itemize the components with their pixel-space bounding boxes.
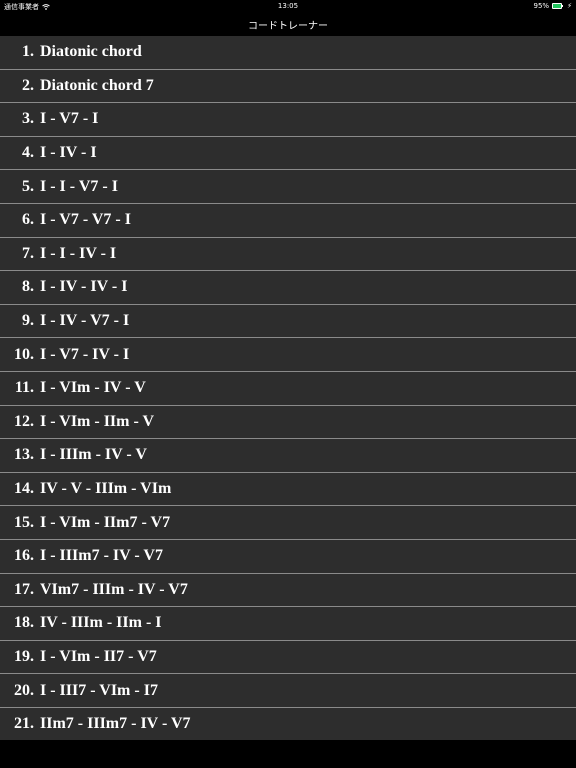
list-item-number: 2.: [22, 76, 34, 94]
list-item[interactable]: 11. I - VIm - IV - V: [0, 371, 576, 406]
battery-icon: [552, 3, 564, 9]
list-item[interactable]: 8. I - IV - IV - I: [0, 271, 576, 305]
list-item[interactable]: 18. IV - IIIm - IIm - I: [0, 607, 576, 641]
list-item[interactable]: 12. I - VIm - IIm - V: [0, 405, 576, 440]
list-item-number: 6.: [22, 211, 34, 229]
list-item-number: 17.: [14, 580, 34, 598]
list-item-number: 10.: [14, 345, 34, 363]
list-item[interactable]: 4. I - IV - I: [0, 136, 576, 171]
status-battery: 95% ⚡: [534, 2, 572, 10]
list-item-number: 1.: [22, 43, 34, 61]
list-item-number: 9.: [22, 312, 34, 330]
list-item-number: 20.: [14, 681, 34, 699]
page-title: コードトレーナー: [248, 20, 328, 32]
list-item-number: 14.: [14, 480, 34, 498]
list-item-number: 3.: [22, 110, 34, 128]
list-item-label: I - VIm - IV - V: [40, 379, 146, 397]
list-item-number: 8.: [22, 278, 34, 296]
list-item-number: 21.: [14, 715, 34, 733]
list-item[interactable]: 19. I - VIm - II7 - V7: [0, 640, 576, 675]
list-item-label: IV - V - IIIm - VIm: [40, 480, 172, 498]
battery-percent: 95%: [533, 2, 550, 10]
list-item-label: Diatonic chord 7: [40, 76, 154, 94]
list-item-label: I - VIm - IIm - V: [40, 412, 155, 430]
list-item[interactable]: 21. IIm7 - IIIm7 - IV - V7: [0, 707, 576, 740]
status-time: 13:05: [277, 2, 299, 10]
list-item[interactable]: 7. I - I - IV - I: [0, 237, 576, 272]
list-item[interactable]: 10. I - V7 - IV - I: [0, 338, 576, 372]
list-item-number: 13.: [14, 446, 34, 464]
status-bar: 通信事業者 13:05 95% ⚡: [0, 0, 576, 12]
list-item[interactable]: 13. I - IIIm - IV - V: [0, 439, 576, 473]
list-item-number: 12.: [14, 412, 34, 430]
list-item-label: IV - IIIm - IIm - I: [40, 614, 162, 632]
list-item-label: I - IIIm - IV - V: [40, 446, 147, 464]
list-item-number: 15.: [14, 513, 34, 531]
list-item-number: 19.: [14, 647, 34, 665]
list-item-label: I - VIm - IIm7 - V7: [40, 513, 171, 531]
list-item[interactable]: 14. IV - V - IIIm - VIm: [0, 472, 576, 507]
list-item-label: I - V7 - V7 - I: [40, 211, 131, 229]
list-item-label: I - VIm - II7 - V7: [40, 647, 157, 665]
list-item-label: I - IV - IV - I: [40, 278, 128, 296]
list-item[interactable]: 20. I - III7 - VIm - I7: [0, 674, 576, 708]
list-item[interactable]: 17. VIm7 - IIIm - IV - V7: [0, 573, 576, 608]
list-item-number: 7.: [22, 244, 34, 262]
list-item[interactable]: 16. I - IIIm7 - IV - V7: [0, 539, 576, 574]
list-item-label: I - I - IV - I: [40, 244, 117, 262]
list-item-label: I - I - V7 - I: [40, 177, 118, 195]
list-item-label: IIm7 - IIIm7 - IV - V7: [40, 715, 191, 733]
list-item-number: 4.: [22, 144, 34, 162]
list-item-number: 11.: [14, 379, 34, 397]
list-item-number: 5.: [22, 177, 34, 195]
navigation-bar: コードトレーナー: [0, 12, 576, 36]
bottom-bar: [0, 740, 576, 768]
list-item-label: I - IV - I: [40, 144, 97, 162]
list-item[interactable]: 6. I - V7 - V7 - I: [0, 203, 576, 238]
list-item-label: VIm7 - IIIm - IV - V7: [40, 580, 188, 598]
list-item[interactable]: 2. Diatonic chord 7: [0, 69, 576, 104]
list-item-number: 16.: [14, 547, 34, 565]
list-item-number: 18.: [14, 614, 34, 632]
list-item[interactable]: 5. I - I - V7 - I: [0, 170, 576, 204]
charging-icon: ⚡: [567, 2, 572, 10]
list-item[interactable]: 9. I - IV - V7 - I: [0, 304, 576, 339]
list-item-label: I - IV - V7 - I: [40, 312, 130, 330]
list-item-label: Diatonic chord: [40, 43, 142, 61]
list-item-label: I - IIIm7 - IV - V7: [40, 547, 163, 565]
list-item-label: I - III7 - VIm - I7: [40, 681, 158, 699]
list-item[interactable]: 1. Diatonic chord: [0, 36, 576, 70]
list-item[interactable]: 3. I - V7 - I: [0, 103, 576, 137]
chord-progression-list[interactable]: 1. Diatonic chord 2. Diatonic chord 7 3. I - …: [0, 36, 576, 740]
list-item-label: I - V7 - IV - I: [40, 345, 130, 363]
list-item[interactable]: 15. I - VIm - IIm7 - V7: [0, 506, 576, 540]
list-item-label: I - V7 - I: [40, 110, 99, 128]
